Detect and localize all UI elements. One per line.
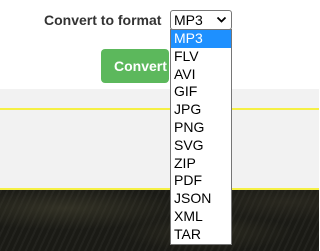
content-band [0, 89, 319, 190]
format-option-avi[interactable]: AVI [171, 66, 231, 84]
format-select[interactable]: MP3 [170, 10, 232, 30]
format-option-tar[interactable]: TAR [171, 226, 231, 244]
format-option-xml[interactable]: XML [171, 208, 231, 226]
conversion-form: Convert to format MP3 Convert [0, 0, 319, 89]
format-dropdown-list[interactable]: MP3 FLV AVI GIF JPG PNG SVG ZIP PDF JSON… [170, 29, 232, 245]
chevron-down-icon [216, 16, 227, 23]
format-label: Convert to format [44, 12, 162, 28]
format-option-jpg[interactable]: JPG [171, 101, 231, 119]
format-option-svg[interactable]: SVG [171, 137, 231, 155]
format-option-pdf[interactable]: PDF [171, 172, 231, 190]
format-option-flv[interactable]: FLV [171, 48, 231, 66]
page: Convert to format MP3 Convert MP3 FLV AV… [0, 0, 319, 251]
format-option-gif[interactable]: GIF [171, 83, 231, 101]
format-option-json[interactable]: JSON [171, 190, 231, 208]
format-option-png[interactable]: PNG [171, 119, 231, 137]
format-option-zip[interactable]: ZIP [171, 155, 231, 173]
format-option-mp3[interactable]: MP3 [171, 30, 231, 48]
format-select-value: MP3 [174, 12, 203, 28]
convert-button[interactable]: Convert [101, 49, 169, 83]
divider-top [0, 108, 319, 110]
footer-texture [0, 190, 319, 251]
